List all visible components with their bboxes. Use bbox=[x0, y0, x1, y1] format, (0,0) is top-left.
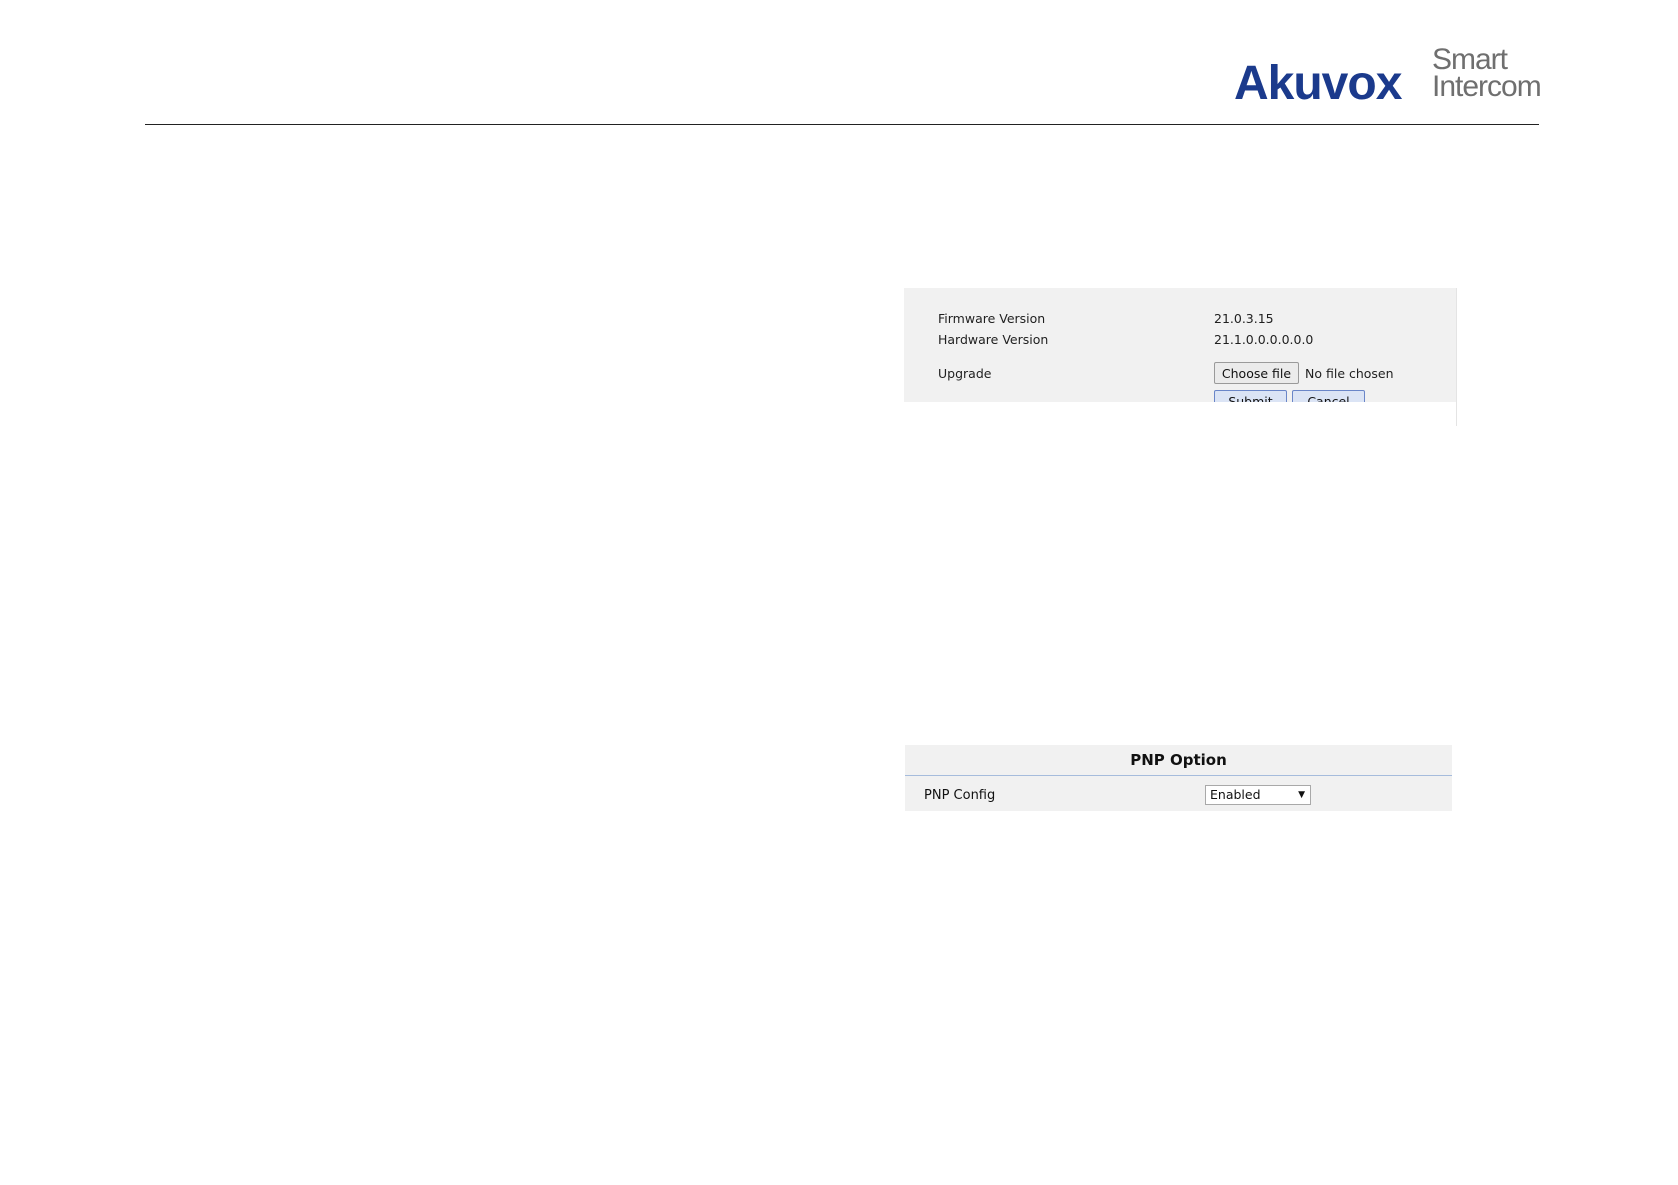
header-divider bbox=[145, 124, 1539, 125]
hardware-version-value: 21.1.0.0.0.0.0.0 bbox=[1214, 332, 1314, 347]
firmware-version-label: Firmware Version bbox=[938, 311, 1046, 326]
upgrade-label: Upgrade bbox=[938, 366, 992, 381]
pnp-title-divider bbox=[905, 775, 1452, 776]
upgrade-panel-crop-edge bbox=[904, 402, 1456, 426]
upgrade-panel: Firmware Version 21.0.3.15 Hardware Vers… bbox=[904, 288, 1457, 426]
firmware-version-value: 21.0.3.15 bbox=[1214, 311, 1274, 326]
file-status-text: No file chosen bbox=[1305, 366, 1394, 381]
pnp-option-panel: PNP Option PNP Config Enabled ▼ bbox=[905, 745, 1452, 811]
pnp-config-value: Enabled bbox=[1210, 787, 1261, 802]
brand-tagline-line2: Intercom bbox=[1432, 70, 1542, 103]
pnp-config-label: PNP Config bbox=[924, 788, 996, 803]
choose-file-button[interactable]: Choose file bbox=[1214, 362, 1299, 384]
brand-logo: Akuvox Smart Intercom bbox=[1234, 43, 1544, 110]
brand-tagline: Smart Intercom bbox=[1432, 43, 1544, 103]
chevron-down-icon[interactable]: ▼ bbox=[1298, 786, 1305, 804]
pnp-config-select[interactable]: Enabled ▼ bbox=[1205, 785, 1311, 805]
brand-tagline-line1: Smart bbox=[1432, 43, 1508, 76]
hardware-version-label: Hardware Version bbox=[938, 332, 1049, 347]
brand-name: Akuvox bbox=[1234, 57, 1402, 110]
pnp-option-title: PNP Option bbox=[1130, 751, 1227, 769]
